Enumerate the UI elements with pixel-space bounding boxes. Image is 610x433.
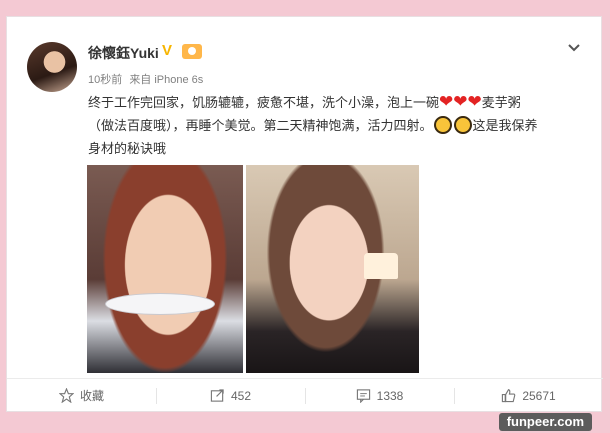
post-meta: 10秒前 来自 iPhone 6s [88, 71, 207, 87]
star-icon [58, 388, 74, 403]
like-button[interactable]: 25671 [454, 379, 603, 412]
repost-count: 452 [230, 388, 252, 403]
comment-icon [356, 389, 370, 403]
post-source: 来自 iPhone 6s [129, 74, 204, 86]
lamp-shape [364, 253, 398, 279]
text-line3: 身材的秘诀哦 [88, 141, 167, 156]
post-photo-2[interactable] [246, 165, 419, 373]
post-photo-1[interactable] [87, 165, 243, 373]
favorite-button[interactable]: 收藏 [7, 379, 156, 412]
laughing-emoji-icon [433, 116, 452, 134]
comment-count: 1338 [376, 388, 404, 403]
avatar[interactable] [27, 42, 77, 92]
action-bar: 收藏 452 1338 25671 [7, 378, 603, 412]
text-line2: （做法百度哦），再睡个美觉。第二天精神饱满，活力四射。 [88, 118, 433, 133]
heart-emoji-icon: ❤❤❤ [439, 92, 482, 111]
watermark: funpeer.com [498, 413, 592, 431]
post-text: 终于工作完回家，饥肠辘辘，疲惫不堪，洗个小澡，泡上一碗❤❤❤麦芋粥 （做法百度哦… [88, 90, 588, 160]
text-line2-end: 这是我保养 [472, 118, 538, 133]
laughing-emoji-icon [453, 116, 472, 134]
verified-badge: V [162, 42, 173, 59]
share-icon [210, 389, 224, 402]
thumbs-up-icon [502, 389, 516, 403]
text-line1: 终于工作完回家，饥肠辘辘，疲惫不堪，洗个小澡，泡上一碗 [88, 95, 440, 110]
post-time[interactable]: 10秒前 [88, 74, 122, 86]
vip-badge-icon[interactable] [182, 44, 202, 59]
chevron-down-icon[interactable] [567, 41, 581, 55]
weibo-post-card: 徐懷鈺Yuki V 10秒前 来自 iPhone 6s 终于工作完回家，饥肠辘辘… [6, 16, 603, 412]
repost-button[interactable]: 452 [156, 379, 305, 412]
like-count: 25671 [522, 388, 556, 403]
text-line1-end: 麦芋粥 [481, 95, 521, 110]
comment-button[interactable]: 1338 [305, 379, 454, 412]
plate-shape [105, 293, 215, 315]
favorite-label: 收藏 [79, 389, 104, 403]
username[interactable]: 徐懷鈺Yuki [88, 43, 159, 63]
